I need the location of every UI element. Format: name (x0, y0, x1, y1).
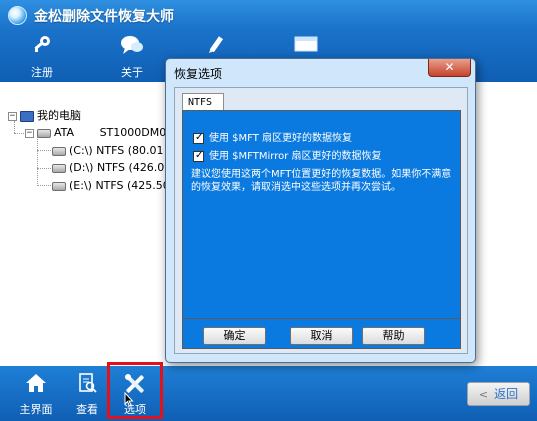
tree-guide (37, 137, 38, 186)
tree-node-partition-c[interactable]: (C:\) NTFS (80.01 GI (52, 143, 179, 159)
tree-label-partition-c: (C:\) NTFS (80.01 GI (69, 144, 179, 157)
about-label: 关于 (121, 66, 143, 79)
tab-ntfs[interactable]: NTFS (182, 93, 224, 111)
view-button[interactable]: 查看 (65, 372, 109, 418)
tree-node-partition-d[interactable]: (D:\) NTFS (426.01 C (52, 160, 182, 176)
hard-disk-icon (37, 128, 51, 138)
chevron-left-icon: < (478, 388, 489, 401)
tree-label-disk: ATA (54, 126, 75, 139)
home-label: 主界面 (19, 403, 53, 416)
register-label: 注册 (31, 66, 53, 79)
cancel-button[interactable]: 取消 (290, 327, 353, 345)
app-title: 金松删除文件恢复大师 (34, 9, 174, 25)
mft-checkbox[interactable]: ✓ (193, 131, 204, 144)
tree-node-disk[interactable]: − ATA ST1000DM003 (25, 125, 180, 141)
partition-icon (52, 181, 66, 191)
option-mftmirror-label: 使用 $MFTMirror 扇区更好的数据恢复 (209, 151, 382, 162)
ntfs-options-panel: ✓ 使用 $MFT 扇区更好的数据恢复 ✓ 使用 $MFTMirror 扇区更好的数… (182, 110, 461, 319)
dialog-close-button[interactable]: ✕ (428, 59, 471, 77)
view-label: 查看 (76, 403, 98, 416)
back-button[interactable]: < 返回 (467, 382, 530, 406)
dialog-button-row: 确定 取消 帮助 (182, 319, 461, 349)
view-icon (65, 372, 109, 398)
option-mftmirror[interactable]: ✓ 使用 $MFTMirror 扇区更好的数据恢复 (193, 150, 382, 164)
window-icon (278, 34, 334, 60)
option-mft[interactable]: ✓ 使用 $MFT 扇区更好的数据恢复 (193, 132, 352, 146)
key-icon (14, 34, 70, 60)
ok-button[interactable]: 确定 (203, 327, 266, 345)
tree-guide (37, 168, 51, 169)
computer-icon (20, 110, 34, 122)
pen-icon (188, 34, 244, 60)
dialog-title: 恢复选项 (174, 67, 223, 81)
recovery-options-dialog: 恢复选项 ✕ NTFS ✓ 使用 $MFT 扇区更好的数据恢复 ✓ 使用 $MFTM… (165, 58, 476, 363)
mouse-cursor-icon (124, 391, 134, 410)
home-icon (14, 372, 58, 398)
collapse-icon[interactable]: − (8, 111, 17, 121)
close-icon: ✕ (444, 60, 455, 74)
options-highlight-frame (107, 362, 163, 419)
tree-guide (14, 133, 24, 134)
collapse-icon[interactable]: − (25, 128, 34, 138)
app-logo-icon (8, 6, 27, 25)
register-button[interactable]: 注册 (14, 34, 70, 80)
speech-bubble-icon (104, 34, 160, 60)
tree-label-my-computer: 我的电脑 (37, 109, 81, 122)
tree-guide (37, 150, 51, 151)
home-button[interactable]: 主界面 (14, 372, 58, 418)
checkmark-icon: ✓ (195, 131, 204, 143)
tree-node-partition-e[interactable]: (E:\) NTFS (425.50 C (52, 178, 181, 194)
tree-node-my-computer[interactable]: − 我的电脑 (8, 108, 81, 124)
partition-icon (52, 163, 66, 173)
bottom-toolbar: 主界面 查看 选项 (0, 366, 537, 421)
recovery-note: 建议您使用这两个MFT位置更好的恢复数据。如果你不满意的恢复效果，请取消选中这些… (191, 169, 452, 193)
tree-guide (37, 185, 51, 186)
about-button[interactable]: 关于 (104, 34, 160, 80)
mftmirror-checkbox[interactable]: ✓ (193, 149, 204, 162)
back-label: 返回 (494, 387, 519, 401)
title-bar: 金松删除文件恢复大师 (0, 0, 537, 30)
option-mft-label: 使用 $MFT 扇区更好的数据恢复 (209, 133, 353, 144)
partition-icon (52, 146, 66, 156)
help-button[interactable]: 帮助 (362, 327, 425, 345)
checkmark-icon: ✓ (195, 149, 204, 161)
